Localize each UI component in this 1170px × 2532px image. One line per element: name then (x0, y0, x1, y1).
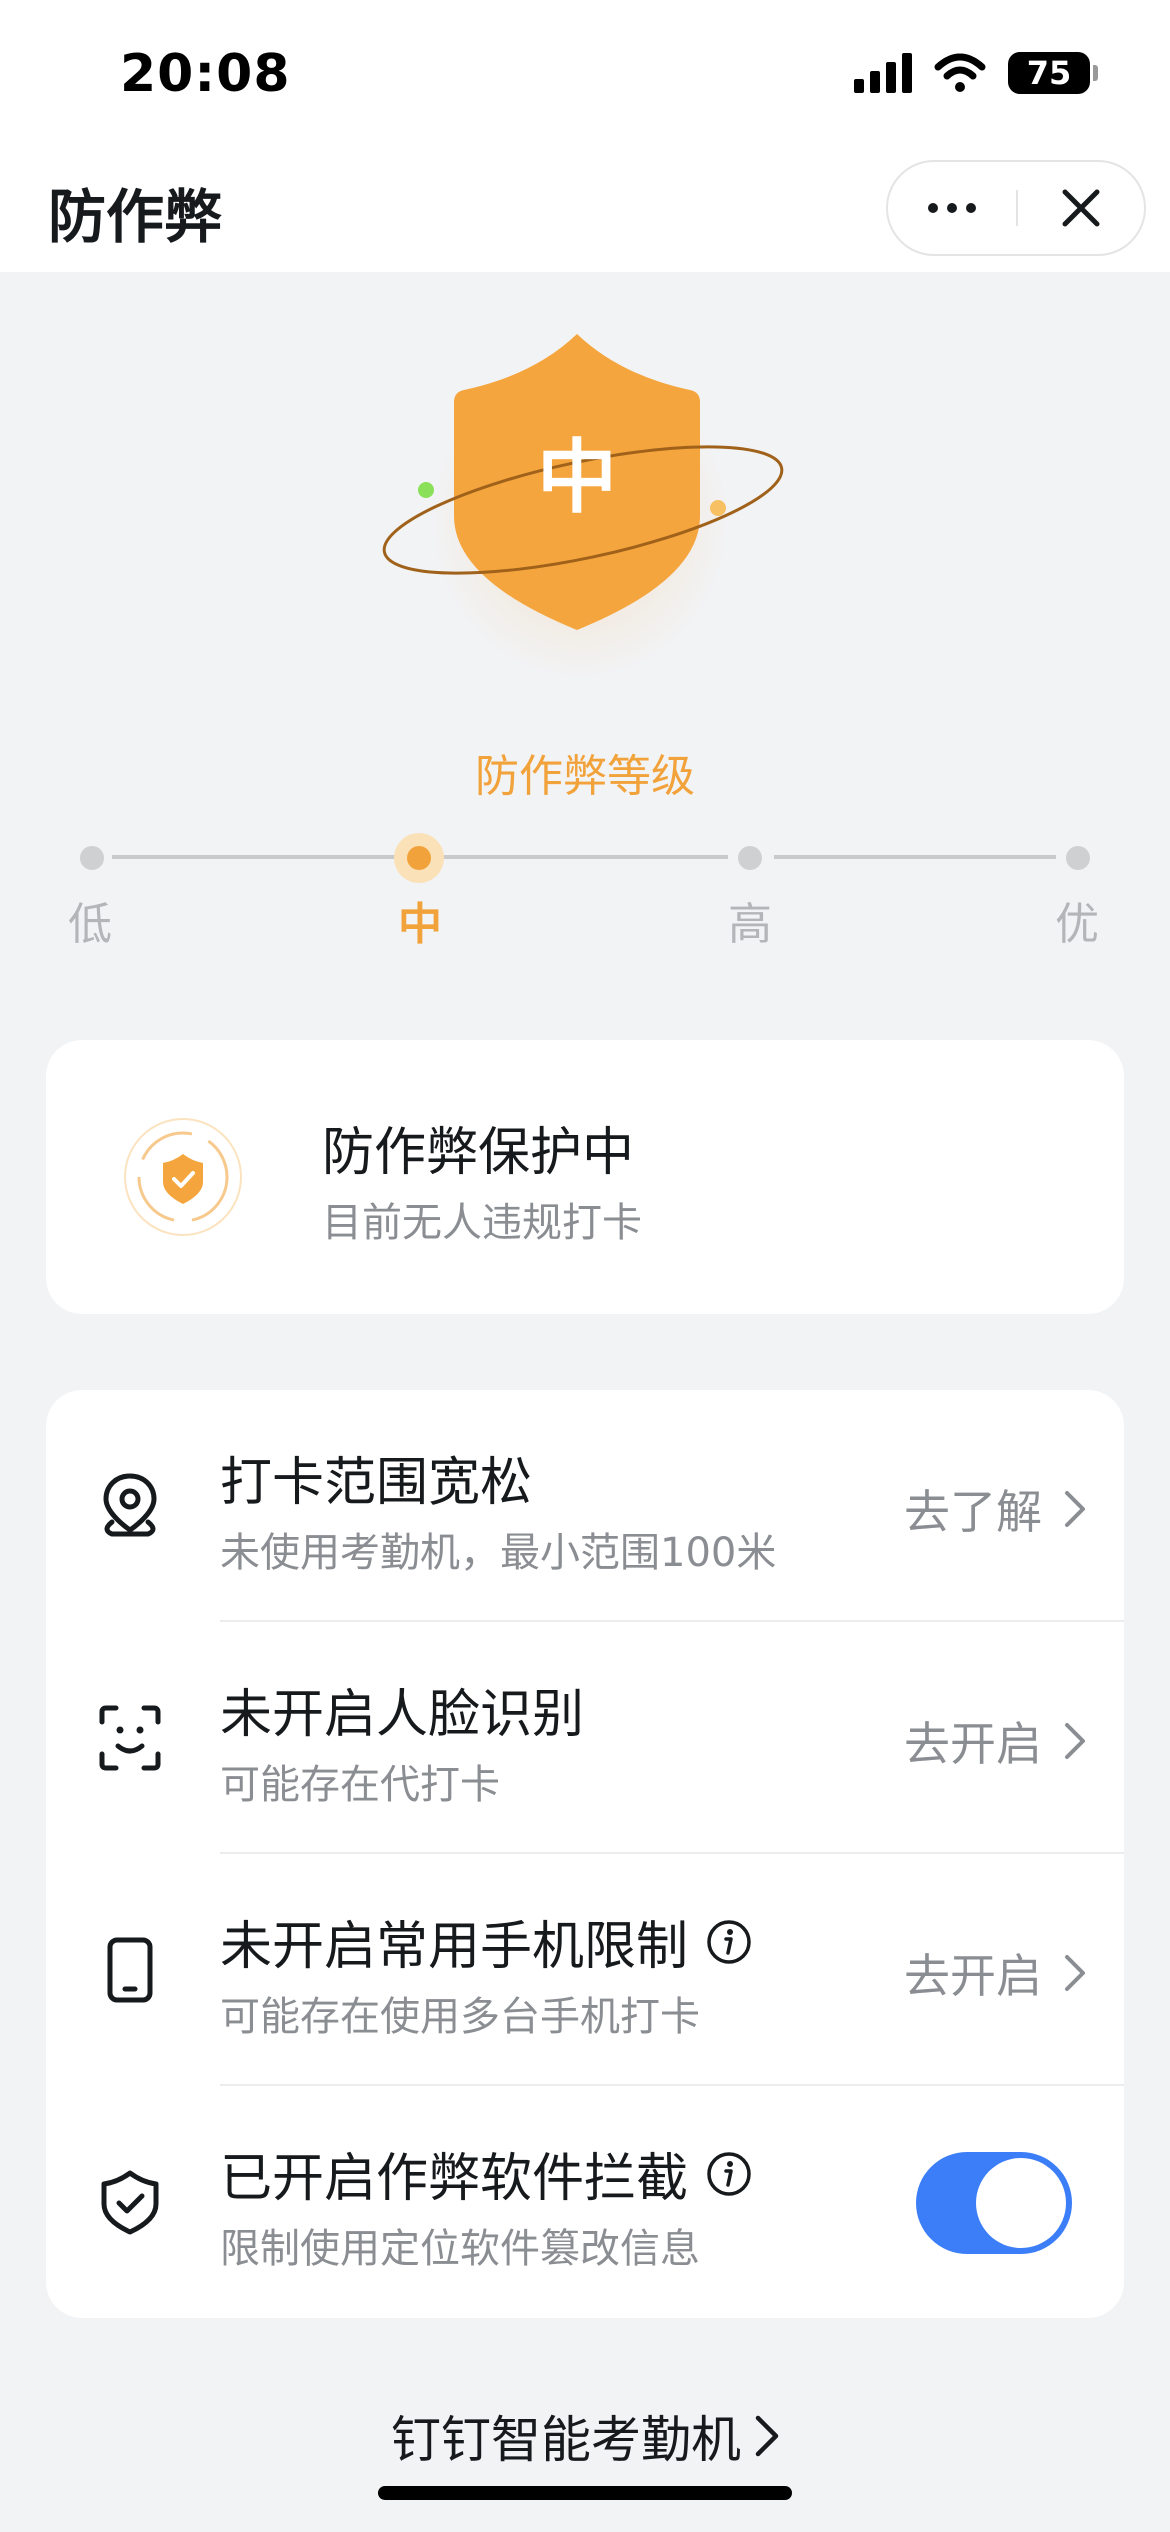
chevron-right-icon (1065, 1491, 1085, 1527)
nav-bar: 防作弊 (0, 160, 1170, 272)
level-title: 防作弊等级 (475, 751, 695, 802)
cellular-signal-icon (854, 53, 912, 93)
action-label: 去开启 (904, 1949, 1042, 2003)
slider-track (442, 855, 728, 859)
mini-program-capsule (886, 160, 1146, 256)
status-icons: 75 (854, 52, 1098, 94)
item-title: 已开启作弊软件拦截 (220, 2136, 752, 2211)
enable-face-link[interactable]: 去开启 (904, 1708, 1086, 1774)
enable-phone-limit-link[interactable]: 去开启 (904, 1940, 1086, 2006)
item-title: 打卡范围宽松 (220, 1453, 533, 1513)
close-icon (1062, 189, 1100, 227)
slider-track (774, 855, 1056, 859)
shield-check-icon (101, 2170, 159, 2235)
toggle-knob (976, 2158, 1066, 2248)
home-indicator[interactable] (378, 2486, 792, 2500)
action-label: 去开启 (904, 1717, 1042, 1771)
list-item-checkin-range[interactable]: 打卡范围宽松 未使用考勤机，最小范围100米 去了解 (46, 1390, 1124, 1622)
action-label: 去了解 (904, 1485, 1042, 1539)
status-time: 20:08 (120, 44, 291, 104)
item-title: 未开启人脸识别 (220, 1685, 585, 1745)
level-label-low: 低 (68, 899, 112, 950)
cheat-block-toggle[interactable] (916, 2152, 1072, 2254)
level-label-excellent: 优 (1055, 899, 1099, 950)
status-subtitle: 目前无人违规打卡 (322, 1200, 642, 1246)
item-subtitle: 可能存在代打卡 (220, 1762, 500, 1808)
info-icon[interactable] (706, 1919, 752, 1965)
level-label-medium: 中 (398, 899, 442, 950)
info-icon[interactable] (706, 2151, 752, 2197)
page-title: 防作弊 (48, 183, 223, 251)
location-pin-icon (103, 1473, 157, 1537)
phone-icon (107, 1937, 153, 2003)
level-slider (80, 833, 1090, 883)
item-title: 未开启常用手机限制 (220, 1904, 752, 1979)
battery-icon: 75 (1008, 52, 1098, 94)
battery-level: 75 (1026, 54, 1072, 92)
item-subtitle: 可能存在使用多台手机打卡 (220, 1994, 700, 2040)
learn-more-link[interactable]: 去了解 (904, 1476, 1086, 1542)
more-button[interactable] (888, 162, 1016, 254)
chevron-right-icon (1065, 1955, 1085, 1991)
slider-dot-high (738, 846, 762, 870)
level-label-high: 高 (728, 899, 772, 950)
slider-dot-excellent (1066, 846, 1090, 870)
protection-level-hero: 中 (0, 320, 1170, 680)
chevron-right-icon (1065, 1723, 1085, 1759)
slider-track (112, 855, 402, 859)
protected-shield-icon (124, 1118, 242, 1236)
shield-level-text: 中 (537, 431, 617, 524)
wifi-icon (934, 53, 986, 92)
more-dots-icon (928, 203, 976, 213)
item-subtitle: 未使用考勤机，最小范围100米 (220, 1530, 777, 1576)
close-button[interactable] (1018, 162, 1144, 254)
protection-status-card: 防作弊保护中 目前无人违规打卡 (46, 1040, 1124, 1314)
anti-cheat-settings-list: 打卡范围宽松 未使用考勤机，最小范围100米 去了解 未开启人脸识别 可能存在代… (46, 1390, 1124, 2318)
list-item-phone-limit[interactable]: 未开启常用手机限制 可能存在使用多台手机打卡 去开启 (46, 1854, 1124, 2086)
list-item-face-recognition[interactable]: 未开启人脸识别 可能存在代打卡 去开启 (46, 1622, 1124, 1854)
shield-orbit-icon: 中 (382, 334, 784, 630)
list-item-cheat-software-block: 已开启作弊软件拦截 限制使用定位软件篡改信息 (46, 2086, 1124, 2318)
item-subtitle: 限制使用定位软件篡改信息 (220, 2226, 700, 2272)
face-scan-icon (99, 1705, 161, 1771)
slider-dot-medium (394, 833, 444, 883)
chevron-right-icon (755, 2415, 779, 2457)
footer-link-label: 钉钉智能考勤机 (391, 2411, 741, 2469)
status-bar: 20:08 75 (0, 0, 1170, 160)
status-title: 防作弊保护中 (322, 1123, 635, 1183)
smart-attendance-machine-link[interactable]: 钉钉智能考勤机 (0, 2400, 1170, 2472)
slider-dot-low (80, 846, 104, 870)
